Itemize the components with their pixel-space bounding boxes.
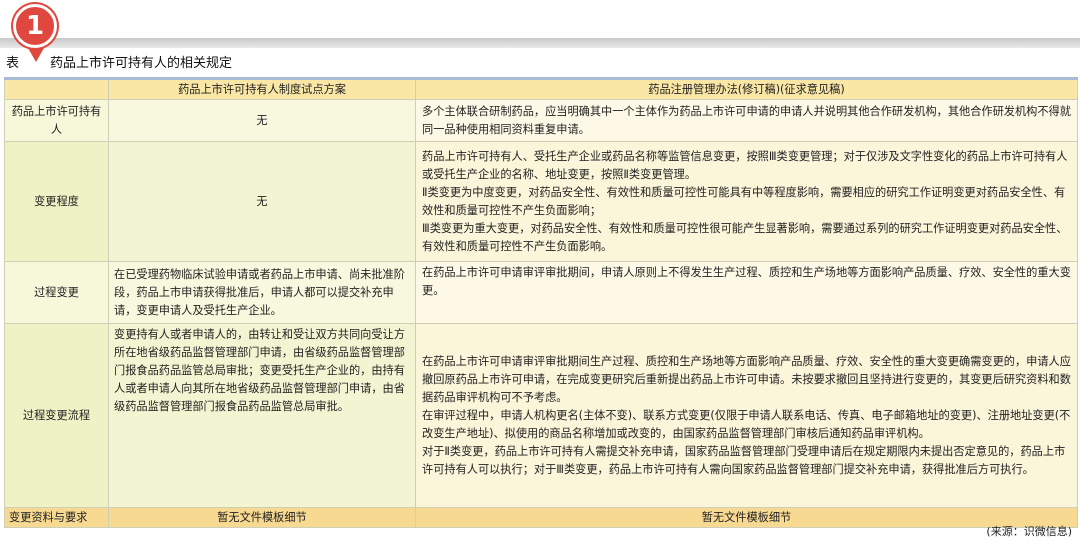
cell-text: Ⅱ类变更为中度变更，对药品安全性、有效性和质量可控性可能具有中等程度影响，需要相… — [422, 185, 1066, 217]
cell-text: 在审评过程中，申请人机构更名(主体不变)、联系方式变更(仅限于申请人联系电话、传… — [422, 408, 1071, 440]
table-title: 表 药品上市许可持有人的相关规定 — [6, 55, 232, 73]
table-row: 变更资料与要求 暂无文件模板细节 暂无文件模板细节 — [4, 507, 1078, 528]
cell-text: 药品上市许可持有人、受托生产企业或药品名称等监管信息变更，按照Ⅲ类变更管理；对于… — [422, 149, 1068, 181]
cell-text: 无 — [256, 194, 268, 208]
rules-cell: 药品上市许可持有人、受托生产企业或药品名称等监管信息变更，按照Ⅲ类变更管理；对于… — [415, 141, 1078, 262]
header-registration-rules: 药品注册管理办法(修订稿)(征求意见稿) — [415, 77, 1078, 100]
title-bar-background — [0, 38, 1080, 48]
rules-cell: 暂无文件模板细节 — [415, 507, 1078, 528]
cell-text: 在药品上市许可申请审评审批期间生产过程、质控和生产场地等方面影响产品质量、疗效、… — [422, 354, 1071, 404]
cell-text: Ⅲ类变更为重大变更，对药品安全性、有效性和质量可控性很可能产生显著影响，需要通过… — [422, 221, 1068, 253]
header-corner — [4, 77, 109, 100]
cell-text: 无 — [256, 113, 268, 127]
row-header: 变更程度 — [4, 141, 109, 262]
regulation-table: 药品上市许可持有人制度试点方案 药品注册管理办法(修订稿)(征求意见稿) 药品上… — [4, 77, 1078, 528]
table-label: 表 — [6, 56, 20, 71]
table-row: 过程变更 在已受理药物临床试验申请或者药品上市申请、尚未批准阶段，药品上市申请获… — [4, 261, 1078, 324]
table-title-text: 药品上市许可持有人的相关规定 — [50, 56, 233, 71]
table-row: 药品上市许可持有人 无 多个主体联合研制药品，应当明确其中一个主体作为药品上市许… — [4, 99, 1078, 142]
pilot-cell: 变更持有人或者申请人的，由转让和受让双方共同向受让方所在地省级药品监督管理部门申… — [108, 323, 416, 508]
pilot-cell: 无 — [108, 141, 416, 262]
table-row: 变更程度 无 药品上市许可持有人、受托生产企业或药品名称等监管信息变更，按照Ⅲ类… — [4, 141, 1078, 262]
number-badge: 1 — [13, 4, 57, 48]
table-header-row: 药品上市许可持有人制度试点方案 药品注册管理办法(修订稿)(征求意见稿) — [4, 77, 1078, 100]
rules-cell: 多个主体联合研制药品，应当明确其中一个主体作为药品上市许可申请的申请人并说明其他… — [415, 99, 1078, 142]
row-header: 变更资料与要求 — [4, 507, 109, 528]
header-pilot-plan: 药品上市许可持有人制度试点方案 — [108, 77, 416, 100]
cell-text: 在已受理药物临床试验申请或者药品上市申请、尚未批准阶段，药品上市申请获得批准后，… — [114, 267, 405, 317]
rules-cell: 在药品上市许可申请审评审批期间生产过程、质控和生产场地等方面影响产品质量、疗效、… — [415, 323, 1078, 508]
table-row: 过程变更流程 变更持有人或者申请人的，由转让和受让双方共同向受让方所在地省级药品… — [4, 323, 1078, 508]
cell-text: 变更持有人或者申请人的，由转让和受让双方共同向受让方所在地省级药品监督管理部门申… — [114, 328, 405, 413]
pilot-cell: 暂无文件模板细节 — [108, 507, 416, 528]
pilot-cell: 在已受理药物临床试验申请或者药品上市申请、尚未批准阶段，药品上市申请获得批准后，… — [108, 261, 416, 324]
source-note: (来源：识微信息) — [986, 525, 1072, 538]
cell-text: 对于Ⅱ类变更，药品上市许可持有人需提交补充申请，国家药品监督管理部门受理申请后在… — [422, 444, 1066, 476]
cell-text: 多个主体联合研制药品，应当明确其中一个主体作为药品上市许可申请的申请人并说明其他… — [422, 104, 1071, 136]
badge-number: 1 — [25, 11, 45, 41]
cell-text: 在药品上市许可申请审评审批期间，申请人原则上不得发生生产过程、质控和生产场地等方… — [422, 266, 1071, 297]
row-header: 过程变更 — [4, 261, 109, 324]
rules-cell: 在药品上市许可申请审评审批期间，申请人原则上不得发生生产过程、质控和生产场地等方… — [415, 261, 1078, 324]
pilot-cell: 无 — [108, 99, 416, 142]
row-header: 药品上市许可持有人 — [4, 99, 109, 142]
row-header: 过程变更流程 — [4, 323, 109, 508]
